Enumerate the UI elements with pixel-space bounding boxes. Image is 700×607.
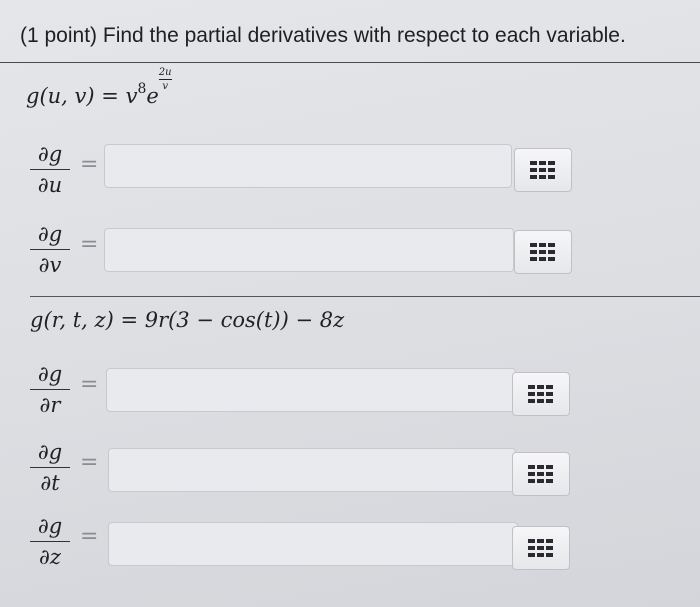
matrix-entry-button[interactable] [512,372,570,416]
answer-input-dg-dz[interactable] [108,522,518,566]
equals-sign: = [101,84,119,108]
matrix-grid-icon [528,465,553,483]
equals-sign: = [80,524,99,549]
answer-input-dg-dv[interactable] [104,228,514,272]
matrix-entry-button[interactable] [512,526,570,570]
answer-input-dg-dr[interactable] [106,368,516,412]
derivative-numerator: ∂g [37,222,63,246]
base-variable: v [125,84,138,108]
derivative-denominator: ∂z [39,545,61,569]
matrix-entry-button[interactable] [514,230,572,274]
function-definition-2: g(r, t, z) = 9r(3 − cos(t)) − 8z [30,308,345,332]
matrix-grid-icon [528,539,553,557]
derivative-row-dz: ∂g ∂z = [0,514,700,574]
function-lhs: g(u, v) [26,84,95,108]
derivative-denominator: ∂v [38,253,62,277]
exponent-denominator: v [162,81,169,92]
matrix-grid-icon [528,385,553,403]
partial-derivative-label: ∂g ∂r [30,362,70,417]
derivative-row-dr: ∂g ∂r = [0,362,700,422]
exponent-numerator: 2u [158,67,172,78]
derivative-numerator: ∂g [37,514,63,538]
derivative-row-dt: ∂g ∂t = [0,440,700,500]
derivative-denominator: ∂t [40,471,60,495]
matrix-grid-icon [530,243,555,261]
exponent-fraction: 2u v [158,67,172,92]
section-divider [30,296,700,297]
derivative-row-du: ∂g ∂u = [0,142,700,202]
answer-input-dg-dt[interactable] [108,448,516,492]
problem-statement: (1 point) Find the partial derivatives w… [20,24,626,47]
base-exponent: 8 [137,81,147,97]
equals-sign: = [80,152,99,177]
matrix-entry-button[interactable] [514,148,572,192]
problem-header: (1 point) Find the partial derivatives w… [0,0,700,63]
derivative-denominator: ∂u [37,173,63,197]
derivative-row-dv: ∂g ∂v = [0,222,700,282]
partial-derivative-label: ∂g ∂z [30,514,70,569]
derivative-denominator: ∂r [39,393,61,417]
euler-e: e [146,84,159,108]
partial-derivative-label: ∂g ∂u [30,142,70,197]
partial-derivative-label: ∂g ∂t [30,440,70,495]
answer-input-dg-du[interactable] [104,144,512,188]
matrix-grid-icon [530,161,555,179]
partial-derivative-label: ∂g ∂v [30,222,70,277]
function-definition-1: g(u, v) = v8e2u v [26,67,172,109]
derivative-numerator: ∂g [37,362,63,386]
derivative-numerator: ∂g [37,440,63,464]
equals-sign: = [80,372,99,397]
derivative-numerator: ∂g [37,142,63,166]
equals-sign: = [80,450,99,475]
equals-sign: = [80,232,99,257]
matrix-entry-button[interactable] [512,452,570,496]
